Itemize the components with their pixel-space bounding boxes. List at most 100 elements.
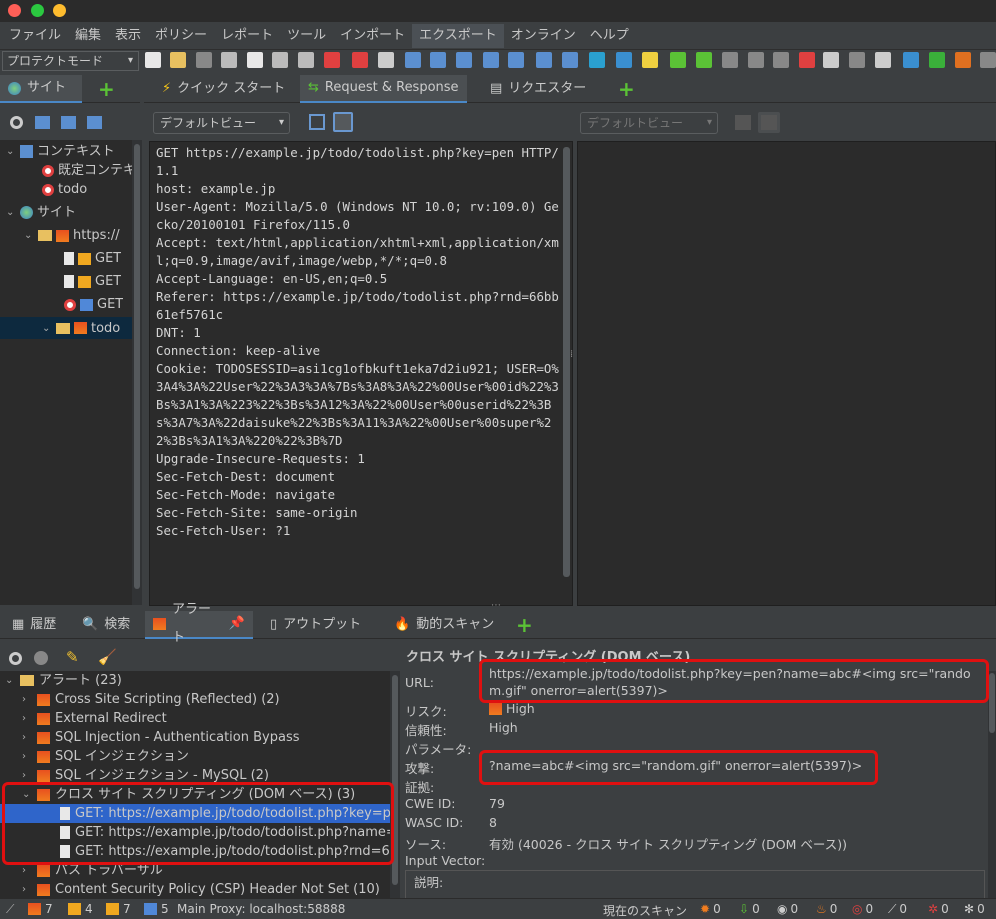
toolbar-icon-26[interactable] xyxy=(799,52,815,68)
tab-sites[interactable]: サイト xyxy=(0,75,82,103)
tree-node-get-3[interactable]: GET xyxy=(64,295,123,314)
mode-select[interactable]: プロテクトモード ▾ xyxy=(2,51,139,71)
filter-icon[interactable] xyxy=(34,651,48,665)
response-layout-split-icon[interactable] xyxy=(735,115,751,130)
minimize-window-button[interactable] xyxy=(53,4,66,17)
toolbar-icon-29[interactable] xyxy=(875,52,891,68)
toolbar-icon-2[interactable] xyxy=(170,52,186,68)
tab-active-scan[interactable]: 🔥 動的スキャン xyxy=(386,611,502,639)
tree-context-todo[interactable]: todo xyxy=(42,180,87,199)
toolbar-icon-25[interactable] xyxy=(773,52,789,68)
toolbar-icon-1[interactable] xyxy=(145,52,161,68)
scrollbar-thumb[interactable] xyxy=(134,144,140,589)
alert-group-csp[interactable]: › Content Security Policy (CSP) Header No… xyxy=(22,880,380,898)
menu-tools[interactable]: ツール xyxy=(280,24,333,48)
alert-group-sqli[interactable]: › SQL インジェクション xyxy=(22,747,189,766)
horizontal-splitter-handle[interactable]: ⋯ xyxy=(491,600,501,611)
toolbar-icon-10[interactable] xyxy=(378,52,394,68)
tab-output[interactable]: ▯ アウトプット xyxy=(262,611,369,639)
toolbar-icon-19[interactable] xyxy=(616,52,632,68)
menu-view[interactable]: 表示 xyxy=(108,24,148,48)
toolbar-icon-12[interactable] xyxy=(430,52,446,68)
alert-group-external-redirect[interactable]: › External Redirect xyxy=(22,709,167,728)
request-view-select[interactable]: デフォルトビュー ▾ xyxy=(153,112,290,134)
toolbar-icon-8[interactable] xyxy=(324,52,340,68)
toolbar-icon-17[interactable] xyxy=(562,52,578,68)
menu-help[interactable]: ヘルプ xyxy=(583,24,636,48)
response-panel[interactable] xyxy=(577,141,996,606)
toolbar-icon-16[interactable] xyxy=(536,52,552,68)
maximize-window-button[interactable] xyxy=(31,4,44,17)
toolbar-icon-11[interactable] xyxy=(405,52,421,68)
toolbar-icon-4[interactable] xyxy=(221,52,237,68)
toolbar-icon-5[interactable] xyxy=(247,52,263,68)
menu-online[interactable]: オンライン xyxy=(504,24,583,48)
tree-contexts[interactable]: ⌄ コンテキスト xyxy=(6,142,115,161)
import-context-icon[interactable] xyxy=(61,116,76,129)
menu-file[interactable]: ファイル xyxy=(2,24,68,48)
toolbar-icon-30[interactable] xyxy=(903,52,919,68)
toolbar-icon-22[interactable] xyxy=(696,52,712,68)
alert-group-sqli-auth-bypass[interactable]: › SQL Injection - Authentication Bypass xyxy=(22,728,300,747)
tree-node-get-1[interactable]: GET xyxy=(64,249,121,268)
toolbar-icon-7[interactable] xyxy=(298,52,314,68)
toolbar-icon-9[interactable] xyxy=(352,52,368,68)
alerts-root[interactable]: ⌄ アラート (23) xyxy=(5,671,122,690)
pencil-icon[interactable]: ✎ xyxy=(66,648,79,666)
toolbar-icon-28[interactable] xyxy=(849,52,865,68)
tab-quickstart[interactable]: ⚡ クイック スタート xyxy=(154,75,293,103)
tab-alerts[interactable]: アラート 📌 xyxy=(145,602,253,645)
export-context-icon[interactable] xyxy=(87,116,102,129)
toolbar-icon-14[interactable] xyxy=(483,52,499,68)
request-scrollbar-thumb[interactable] xyxy=(563,147,570,577)
menu-export[interactable]: エクスポート xyxy=(412,24,504,48)
target-icon[interactable] xyxy=(10,116,23,129)
layout-single-icon[interactable] xyxy=(333,112,353,132)
new-context-icon[interactable] xyxy=(35,116,50,129)
tree-default-context[interactable]: 既定コンテキスト xyxy=(42,161,132,180)
menu-report[interactable]: レポート xyxy=(214,24,280,48)
add-tab-button[interactable]: + xyxy=(90,75,123,103)
target-icon[interactable] xyxy=(9,652,22,665)
response-view-select[interactable]: デフォルトビュー ▾ xyxy=(580,112,718,134)
download-icon: ⇩ xyxy=(739,902,750,916)
toolbar-icon-13[interactable] xyxy=(456,52,472,68)
request-header-text[interactable]: GET https://example.jp/todo/todolist.php… xyxy=(149,141,573,606)
tree-sites[interactable]: ⌄ サイト xyxy=(6,203,76,222)
sites-tree-scrollbar[interactable] xyxy=(132,140,142,605)
response-layout-single-icon[interactable] xyxy=(758,112,780,133)
toolbar-icon-27[interactable] xyxy=(823,52,839,68)
broom-icon[interactable]: 🧹 xyxy=(98,648,117,666)
tab-requester[interactable]: ▤ リクエスター xyxy=(482,75,594,103)
tab-search[interactable]: 🔍 検索 xyxy=(74,611,138,639)
add-workspace-tab-button[interactable]: + xyxy=(610,75,643,103)
toolbar-icon-31[interactable] xyxy=(929,52,945,68)
document-icon xyxy=(64,275,74,288)
layout-split-icon[interactable] xyxy=(309,114,325,130)
detail-scrollbar[interactable] xyxy=(988,671,996,898)
toolbar-icon-23[interactable] xyxy=(722,52,738,68)
tree-site-https[interactable]: ⌄ https:// xyxy=(24,226,120,245)
highlight-box-alerts xyxy=(2,782,394,865)
menu-import[interactable]: インポート xyxy=(333,24,412,48)
toolbar-icon-3[interactable] xyxy=(196,52,212,68)
toolbar-icon-20[interactable] xyxy=(642,52,658,68)
toolbar-icon-6[interactable] xyxy=(272,52,288,68)
tab-history[interactable]: ▦ 履歴 xyxy=(4,611,64,639)
toolbar-icon-15[interactable] xyxy=(508,52,524,68)
menu-edit[interactable]: 編集 xyxy=(68,24,108,48)
close-window-button[interactable] xyxy=(8,4,21,17)
toolbar-icon-21[interactable] xyxy=(670,52,686,68)
menu-policy[interactable]: ポリシー xyxy=(148,24,214,48)
tab-request-response[interactable]: ⇆ Request & Response xyxy=(300,75,467,103)
toolbar-icon-33[interactable] xyxy=(980,52,996,68)
alert-group-xss-reflected[interactable]: › Cross Site Scripting (Reflected) (2) xyxy=(22,690,280,709)
add-bottom-tab-button[interactable]: + xyxy=(508,611,541,639)
toolbar-icon-32[interactable] xyxy=(955,52,971,68)
scrollbar-thumb[interactable] xyxy=(989,673,995,733)
splitter-handle[interactable]: ⁞ xyxy=(570,349,573,360)
toolbar-icon-18[interactable] xyxy=(589,52,605,68)
toolbar-icon-24[interactable] xyxy=(748,52,764,68)
tree-node-get-2[interactable]: GET xyxy=(64,272,121,291)
tree-folder-todo[interactable]: ⌄ todo xyxy=(0,317,132,339)
